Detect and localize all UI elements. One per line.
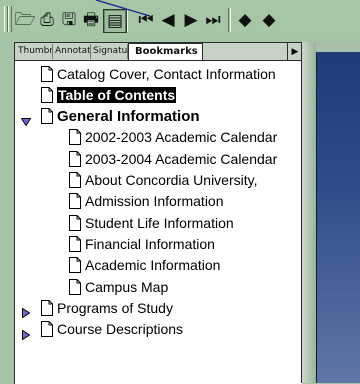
bookmark-label: Programs of Study: [57, 299, 173, 316]
document-icon: [41, 108, 57, 125]
document-icon: [69, 193, 85, 210]
bookmark-label: Academic Information: [85, 257, 221, 274]
document-icon: [69, 278, 85, 295]
bookmark-item[interactable]: 2003-2004 Academic Calendar: [69, 148, 302, 169]
bookmark-label: General Information: [57, 107, 200, 125]
open-icon: 🗁: [14, 9, 36, 30]
navigation-tabs: Thumbnails Annotations Signatures Bookma…: [15, 43, 302, 61]
save-icon: 🖫: [61, 9, 77, 30]
bookmark-label: Admission Information: [85, 193, 224, 210]
bookmark-label: Student Life Information: [85, 214, 234, 231]
print-alt-button[interactable]: 🖶: [80, 9, 102, 31]
pane-menu-button[interactable]: ▶: [287, 43, 302, 60]
first-page-button[interactable]: ⏮: [135, 9, 157, 31]
document-icon: [41, 65, 57, 82]
last-page-button[interactable]: ⏭: [202, 9, 224, 31]
first-page-icon: ⏮: [138, 9, 154, 30]
show-navigation-pane-icon: ▤: [106, 10, 124, 31]
print-icon: ⎙: [40, 9, 54, 30]
toolbar-separator: [228, 8, 231, 32]
toolbar: 🗁 ⎙ 🖫 🖶 ▤ ⏮ ◀ ▶ ⏭ ◆ ◆: [0, 0, 360, 38]
last-page-icon: ⏭: [205, 9, 221, 30]
document-icon: [41, 86, 57, 103]
previous-page-button[interactable]: ◀: [157, 9, 179, 31]
bookmark-item[interactable]: Student Life Information: [69, 212, 302, 233]
document-icon: [69, 235, 85, 252]
bookmark-item[interactable]: Table of Contents: [41, 84, 302, 105]
document-icon: [69, 257, 85, 274]
bookmark-item[interactable]: Academic Information: [69, 255, 302, 276]
go-back-button[interactable]: ◆: [234, 9, 256, 31]
document-icon: [69, 150, 85, 167]
document-icon: [41, 299, 57, 316]
print-alt-icon: 🖶: [82, 9, 100, 30]
bookmark-item[interactable]: Programs of Study: [41, 297, 302, 318]
document-icon: [69, 172, 85, 188]
bookmark-label: About Concordia University,: [85, 172, 258, 188]
toolbar-grip[interactable]: [2, 6, 12, 32]
save-button[interactable]: 🖫: [58, 9, 80, 31]
bookmark-item[interactable]: About Concordia University,: [69, 170, 302, 191]
bookmark-label: Financial Information: [85, 235, 215, 252]
document-icon: [69, 214, 85, 231]
next-page-icon: ▶: [184, 9, 198, 30]
bookmark-item[interactable]: Catalog Cover, Contact Information: [41, 63, 302, 84]
bookmark-item[interactable]: Financial Information: [69, 233, 302, 254]
bookmark-label: 2002-2003 Academic Calendar: [85, 129, 278, 146]
tab-bookmarks[interactable]: Bookmarks: [128, 43, 203, 60]
navigation-pane: Thumbnails Annotations Signatures Bookma…: [14, 42, 302, 384]
tab-signatures[interactable]: Signatures: [91, 44, 128, 59]
bookmark-item[interactable]: General Information: [41, 106, 302, 127]
menu-arrow-icon: ▶: [291, 46, 299, 57]
bookmark-label: Table of Contents: [57, 86, 177, 103]
bookmark-item[interactable]: Course Descriptions: [41, 319, 302, 340]
collapsed-triangle-icon[interactable]: [21, 303, 31, 319]
bookmark-label: 2003-2004 Academic Calendar: [85, 150, 278, 167]
bookmark-label: Campus Map: [85, 278, 169, 295]
document-icon: [41, 321, 57, 338]
collapsed-triangle-icon[interactable]: [21, 325, 31, 341]
bookmark-item[interactable]: Admission Information: [69, 191, 302, 212]
next-page-button[interactable]: ▶: [180, 9, 202, 31]
go-forward-icon: ◆: [262, 9, 276, 30]
previous-page-icon: ◀: [161, 9, 175, 30]
document-page[interactable]: [316, 52, 360, 383]
print-button[interactable]: ⎙: [36, 9, 58, 31]
tab-annotations[interactable]: Annotations: [53, 44, 91, 59]
toolbar-separator: [125, 8, 128, 32]
go-forward-button[interactable]: ◆: [258, 9, 280, 31]
bookmark-item[interactable]: 2002-2003 Academic Calendar: [69, 127, 302, 148]
document-margin: [302, 42, 316, 383]
document-icon: [69, 129, 85, 146]
expanded-triangle-icon[interactable]: [20, 112, 32, 127]
bookmark-label: Course Descriptions: [57, 321, 184, 338]
document-area[interactable]: [301, 42, 360, 383]
bookmark-item[interactable]: Campus Map: [69, 276, 302, 297]
go-back-icon: ◆: [238, 9, 252, 30]
bookmark-label: Catalog Cover, Contact Information: [57, 65, 276, 82]
tab-thumbnails[interactable]: Thumbnails: [16, 44, 53, 59]
show-navigation-pane-button[interactable]: ▤: [103, 9, 127, 33]
open-button[interactable]: 🗁: [14, 9, 36, 31]
